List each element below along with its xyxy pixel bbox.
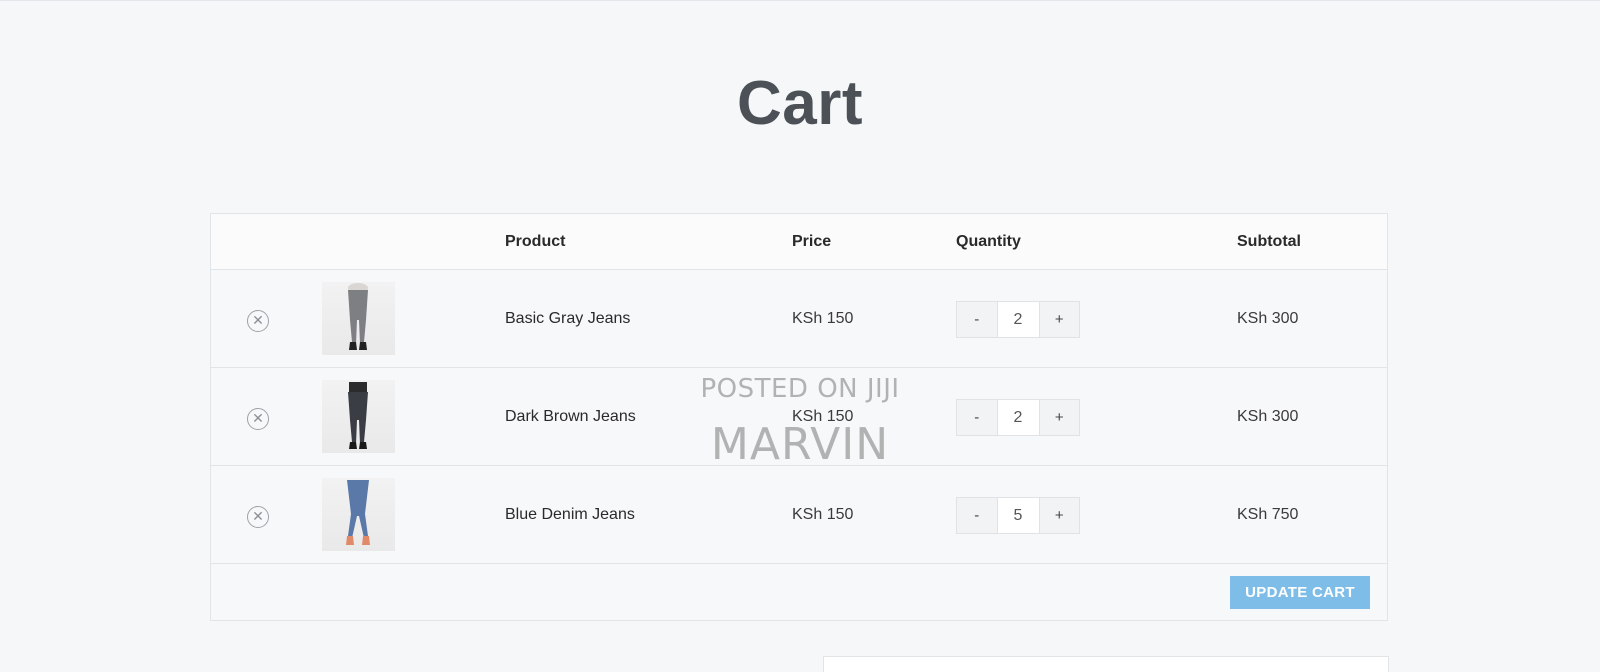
table-row: ✕ Blue Denim Jeans KSh 150 - + KSh 750: [211, 466, 1387, 564]
increase-quantity-button[interactable]: +: [1039, 498, 1079, 533]
quantity-stepper: - +: [956, 497, 1080, 534]
remove-item-icon[interactable]: ✕: [247, 506, 269, 528]
product-name[interactable]: Dark Brown Jeans: [505, 408, 636, 426]
table-row: ✕ Dark Brown Jeans KSh 150 - + KSh 300: [211, 368, 1387, 466]
update-cart-button[interactable]: UPDATE CART: [1230, 576, 1370, 609]
cart-totals-panel: [823, 656, 1389, 672]
header-quantity: Quantity: [956, 233, 1021, 250]
decrease-quantity-button[interactable]: -: [957, 498, 997, 533]
row-subtotal: KSh 300: [1237, 310, 1299, 327]
quantity-input[interactable]: [996, 400, 1040, 435]
header-price: Price: [792, 233, 832, 250]
table-header: Product Price Quantity Subtotal: [211, 214, 1387, 270]
table-footer: UPDATE CART: [211, 564, 1387, 620]
product-price: KSh 150: [792, 506, 854, 523]
remove-item-icon[interactable]: ✕: [247, 408, 269, 430]
product-name[interactable]: Basic Gray Jeans: [505, 310, 630, 328]
remove-item-icon[interactable]: ✕: [247, 310, 269, 332]
quantity-stepper: - +: [956, 301, 1080, 338]
product-thumbnail[interactable]: [322, 478, 395, 551]
product-thumbnail[interactable]: [322, 380, 395, 453]
quantity-input[interactable]: [996, 302, 1040, 337]
product-price: KSh 150: [792, 310, 854, 327]
table-row: ✕ Basic Gray Jeans KSh 150 - + KSh 300: [211, 270, 1387, 368]
decrease-quantity-button[interactable]: -: [957, 302, 997, 337]
increase-quantity-button[interactable]: +: [1039, 302, 1079, 337]
increase-quantity-button[interactable]: +: [1039, 400, 1079, 435]
product-name[interactable]: Blue Denim Jeans: [505, 506, 635, 524]
row-subtotal: KSh 750: [1237, 506, 1299, 523]
quantity-input[interactable]: [996, 498, 1040, 533]
page-title: Cart: [736, 69, 864, 138]
cart-table: Product Price Quantity Subtotal ✕ Basic …: [210, 213, 1388, 621]
row-subtotal: KSh 300: [1237, 408, 1299, 425]
header-subtotal: Subtotal: [1237, 233, 1301, 250]
top-border: [0, 0, 1600, 1]
product-price: KSh 150: [792, 408, 854, 425]
quantity-stepper: - +: [956, 399, 1080, 436]
product-thumbnail[interactable]: [322, 282, 395, 355]
header-product: Product: [505, 233, 566, 250]
decrease-quantity-button[interactable]: -: [957, 400, 997, 435]
